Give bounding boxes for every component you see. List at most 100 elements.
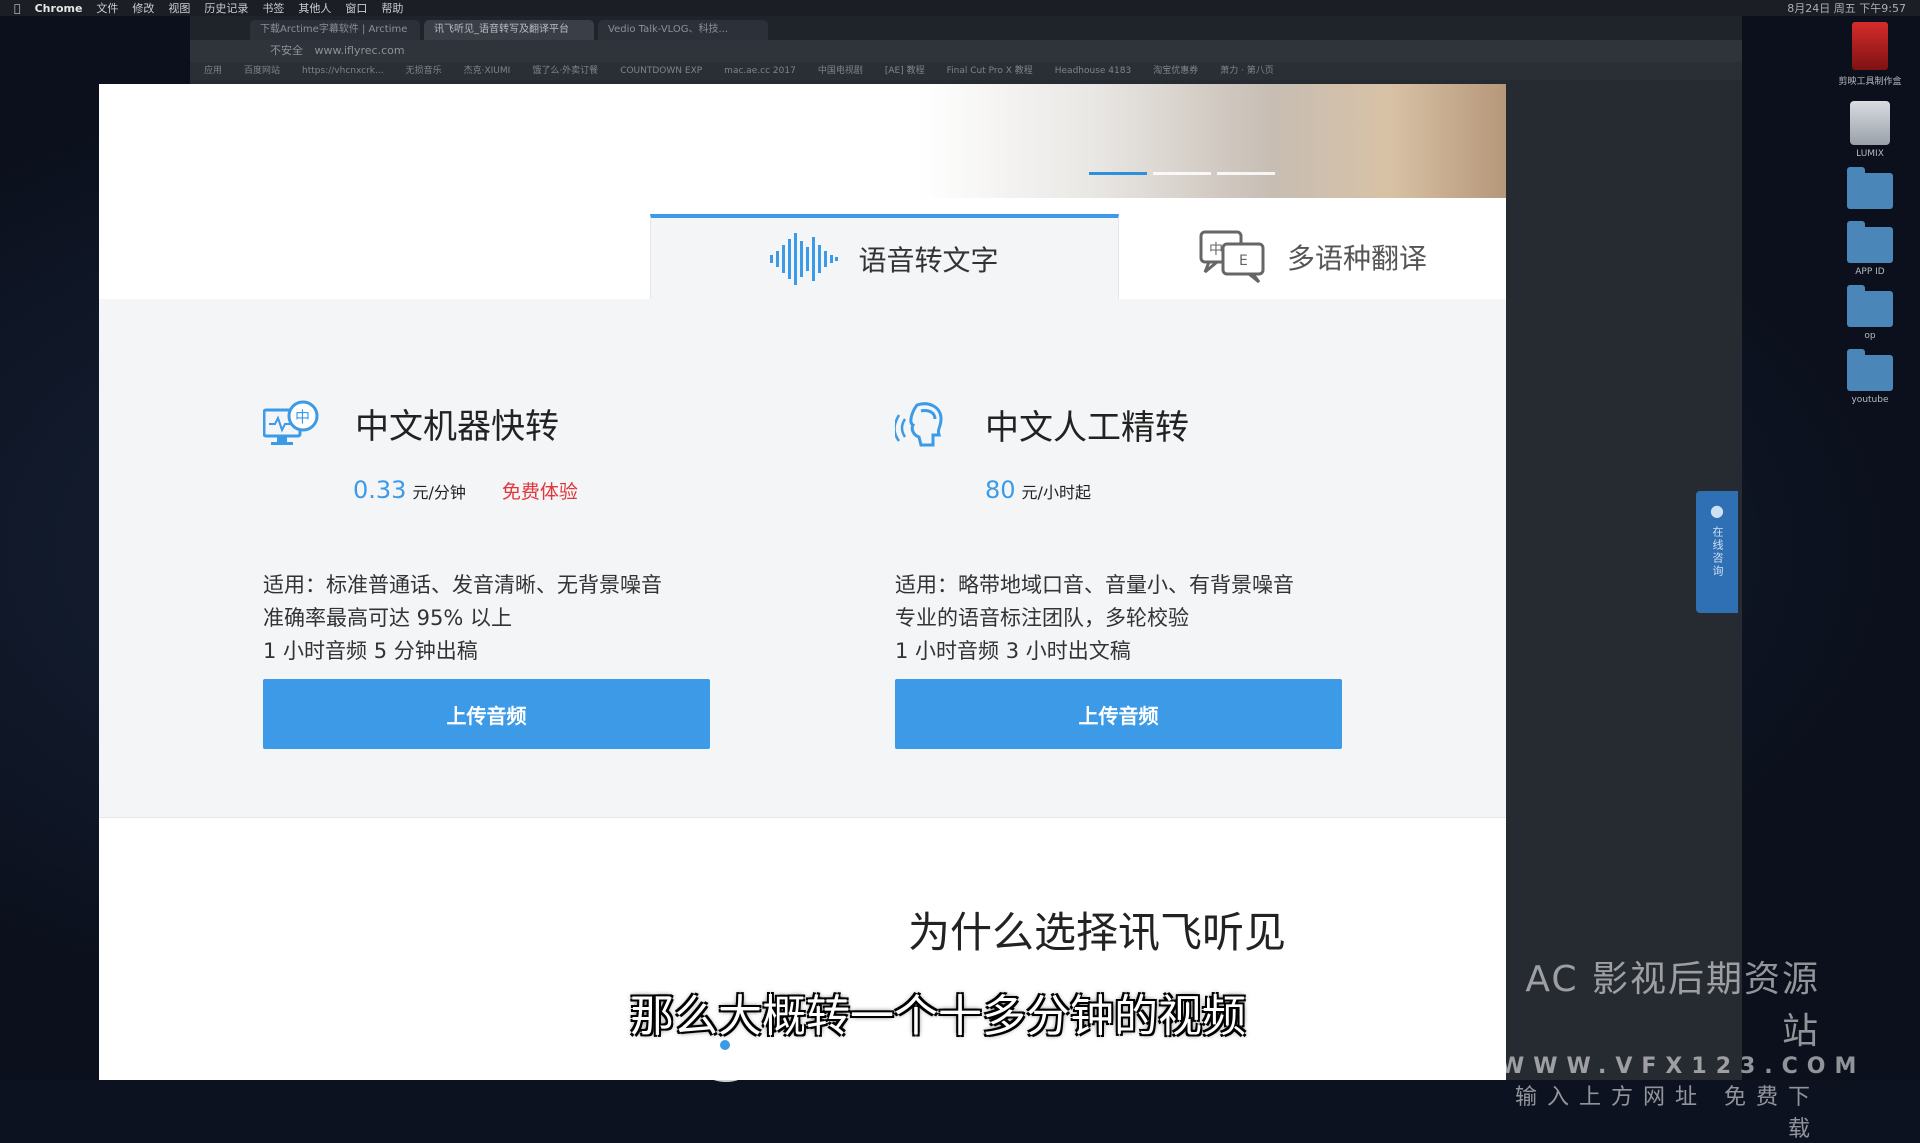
card-description: 适用：略带地域口音、音量小、有背景噪音 专业的语音标注团队，多轮校验 1 小时音… bbox=[895, 569, 1294, 668]
card-machine-transcribe: 中 中文机器快转 0.33 元/分钟 免费体验 适用：标准普通话、发音清晰、无背… bbox=[263, 299, 710, 817]
human-speaker-icon bbox=[895, 402, 943, 447]
bookmark-item[interactable]: 饿了么·外卖订餐 bbox=[532, 62, 598, 80]
menu-bookmarks[interactable]: 书签 bbox=[262, 0, 284, 16]
browser-tab-active[interactable]: 讯飞听见_语音转写及翻译平台 bbox=[424, 20, 594, 40]
address-bar[interactable]: 不安全 www.iflyrec.com bbox=[190, 40, 1742, 62]
menu-edit[interactable]: 修改 bbox=[132, 0, 154, 16]
watermark-line: AC 影视后期资源站 bbox=[1525, 959, 1820, 1052]
menubar-app-name[interactable]: Chrome bbox=[35, 2, 83, 15]
address-security-label: 不安全 bbox=[270, 44, 303, 57]
bookmark-item[interactable]: mac.ae.cc 2017 bbox=[724, 62, 796, 80]
carousel-dot[interactable] bbox=[1153, 172, 1211, 175]
bookmark-item[interactable]: https://vhcnxcrk... bbox=[302, 62, 384, 80]
service-tab-bar: 语音转文字 中 E 多语种翻译 bbox=[99, 214, 1506, 300]
menu-history[interactable]: 历史记录 bbox=[204, 0, 248, 16]
online-consult-label: 在线咨询 bbox=[1711, 526, 1724, 578]
address-url: www.iflyrec.com bbox=[314, 44, 405, 57]
service-cards: 中 中文机器快转 0.33 元/分钟 免费体验 适用：标准普通话、发音清晰、无背… bbox=[99, 299, 1506, 818]
desktop-icon-label: op bbox=[1864, 331, 1876, 341]
browser-tab[interactable]: 下载Arctime字幕软件 | Arctime bbox=[250, 20, 420, 40]
desktop-icon-label: youtube bbox=[1851, 395, 1889, 405]
drive-icon bbox=[1850, 101, 1890, 145]
desktop-drive-lumix[interactable]: LUMIX bbox=[1850, 101, 1890, 159]
card-human-transcribe: 中文人工精转 80 元/小时起 适用：略带地域口音、音量小、有背景噪音 专业的语… bbox=[895, 299, 1342, 817]
free-trial-link[interactable]: 免费体验 bbox=[502, 477, 578, 504]
carousel-dot[interactable] bbox=[1089, 172, 1147, 175]
hero-banner bbox=[99, 84, 1506, 198]
upload-audio-button[interactable]: 上传音频 bbox=[895, 679, 1342, 749]
menu-view[interactable]: 视图 bbox=[168, 0, 190, 16]
desktop-app-shortcut[interactable]: 剪映工具制作盒 bbox=[1838, 22, 1902, 87]
folder-icon bbox=[1847, 167, 1893, 209]
price-value: 0.33 bbox=[353, 476, 407, 504]
watermark-line: 输入上方网址 免费下载 bbox=[1515, 1085, 1820, 1142]
watermark: AC 影视后期资源站 WWW.VFX123.COM 输入上方网址 免费下载 bbox=[1500, 950, 1856, 1143]
price-value: 80 bbox=[985, 476, 1016, 504]
desc-line: 准确率最高可达 95% 以上 bbox=[263, 606, 513, 630]
desktop-icon-label: APP ID bbox=[1855, 267, 1885, 277]
price: 0.33 元/分钟 免费体验 bbox=[353, 476, 578, 504]
browser-tab-strip: 下载Arctime字幕软件 | Arctime 讯飞听见_语音转写及翻译平台 V… bbox=[190, 16, 1742, 40]
bookmark-item[interactable]: 无损音乐 bbox=[406, 62, 442, 80]
folder-icon bbox=[1847, 221, 1893, 263]
folder-icon bbox=[1847, 349, 1893, 391]
carousel-indicators bbox=[1089, 172, 1275, 175]
price: 80 元/小时起 bbox=[985, 476, 1091, 504]
menu-window[interactable]: 窗口 bbox=[345, 0, 367, 16]
hero-image bbox=[919, 84, 1506, 198]
iflyrec-web-page: 语音转文字 中 E 多语种翻译 中 中文机器快转 0.33 元/分钟 免费体验 … bbox=[99, 84, 1506, 1080]
chat-icon: ● bbox=[1710, 501, 1724, 520]
card-title: 中文人工精转 bbox=[985, 407, 1189, 448]
translate-bubble-icon: 中 E bbox=[1199, 230, 1265, 283]
video-subtitle: 那么大概转一个十多分钟的视频 bbox=[630, 991, 1246, 1042]
card-description: 适用：标准普通话、发音清晰、无背景噪音 准确率最高可达 95% 以上 1 小时音… bbox=[263, 569, 662, 668]
online-consult-widget[interactable]: ● 在线咨询 bbox=[1696, 491, 1738, 613]
desktop-folder-appid[interactable]: APP ID bbox=[1847, 221, 1893, 277]
menubar-clock: 8月24日 周五 下午9:57 bbox=[1787, 2, 1906, 15]
upload-audio-button[interactable]: 上传音频 bbox=[263, 679, 710, 749]
menu-help[interactable]: 帮助 bbox=[381, 0, 403, 16]
bookmark-item[interactable]: Final Cut Pro X 教程 bbox=[947, 62, 1033, 80]
svg-text:E: E bbox=[1239, 253, 1248, 269]
desktop-folder-op[interactable]: op bbox=[1847, 285, 1893, 341]
svg-text:中: 中 bbox=[1209, 242, 1223, 258]
desktop-icon-label: 剪映工具制作盒 bbox=[1838, 77, 1902, 87]
menu-people[interactable]: 其他人 bbox=[298, 0, 331, 16]
desc-line: 专业的语音标注团队，多轮校验 bbox=[895, 606, 1189, 630]
menu-file[interactable]: 文件 bbox=[96, 0, 118, 16]
desktop-folder-youtube[interactable]: youtube bbox=[1847, 349, 1893, 405]
app-icon bbox=[1851, 22, 1888, 70]
bookmark-item[interactable]: 应用 bbox=[204, 62, 222, 80]
apple-icon[interactable]:  bbox=[14, 2, 21, 15]
bookmarks-bar: 应用 百度网站 https://vhcnxcrk... 无损音乐 杰克·XIUM… bbox=[190, 62, 1742, 80]
folder-icon bbox=[1847, 285, 1893, 327]
monitor-zh-icon: 中 bbox=[263, 400, 319, 445]
tab-speech-to-text[interactable]: 语音转文字 bbox=[650, 214, 1119, 299]
desktop-icons: 剪映工具制作盒 LUMIX APP ID op youtube bbox=[1832, 22, 1908, 405]
bookmark-item[interactable]: COUNTDOWN EXP bbox=[620, 62, 702, 80]
tab-label: 多语种翻译 bbox=[1286, 241, 1427, 275]
bookmark-item[interactable]: [AE] 教程 bbox=[885, 62, 925, 80]
price-unit: 元/小时起 bbox=[1021, 483, 1091, 502]
svg-text:中: 中 bbox=[295, 408, 310, 426]
why-choose-heading: 为什么选择讯飞听见 bbox=[908, 908, 1287, 957]
sound-wave-icon bbox=[770, 232, 839, 285]
desc-line: 适用：略带地域口音、音量小、有背景噪音 bbox=[895, 573, 1294, 597]
desc-line: 1 小时音频 5 分钟出稿 bbox=[263, 639, 478, 663]
bookmark-item[interactable]: 百度网站 bbox=[244, 62, 280, 80]
desc-line: 适用：标准普通话、发音清晰、无背景噪音 bbox=[263, 573, 662, 597]
bookmark-item[interactable]: 中国电视剧 bbox=[818, 62, 863, 80]
price-unit: 元/分钟 bbox=[412, 483, 466, 502]
desc-line: 1 小时音频 3 小时出文稿 bbox=[895, 639, 1131, 663]
desktop-folder[interactable] bbox=[1847, 167, 1893, 213]
bookmark-item[interactable]: 萧力 · 第八页 bbox=[1220, 62, 1274, 80]
desktop-icon-label: LUMIX bbox=[1856, 149, 1884, 159]
bookmark-item[interactable]: Headhouse 4183 bbox=[1055, 62, 1131, 80]
carousel-dot[interactable] bbox=[1217, 172, 1275, 175]
tab-translation[interactable]: 中 E 多语种翻译 bbox=[1120, 214, 1506, 299]
bookmark-item[interactable]: 杰克·XIUMI bbox=[464, 62, 511, 80]
tab-label: 语音转文字 bbox=[858, 243, 999, 277]
browser-tab[interactable]: Vedio Talk-VLOG、科技... bbox=[598, 20, 768, 40]
card-title: 中文机器快转 bbox=[355, 407, 559, 447]
bookmark-item[interactable]: 淘宝优惠券 bbox=[1153, 62, 1198, 80]
